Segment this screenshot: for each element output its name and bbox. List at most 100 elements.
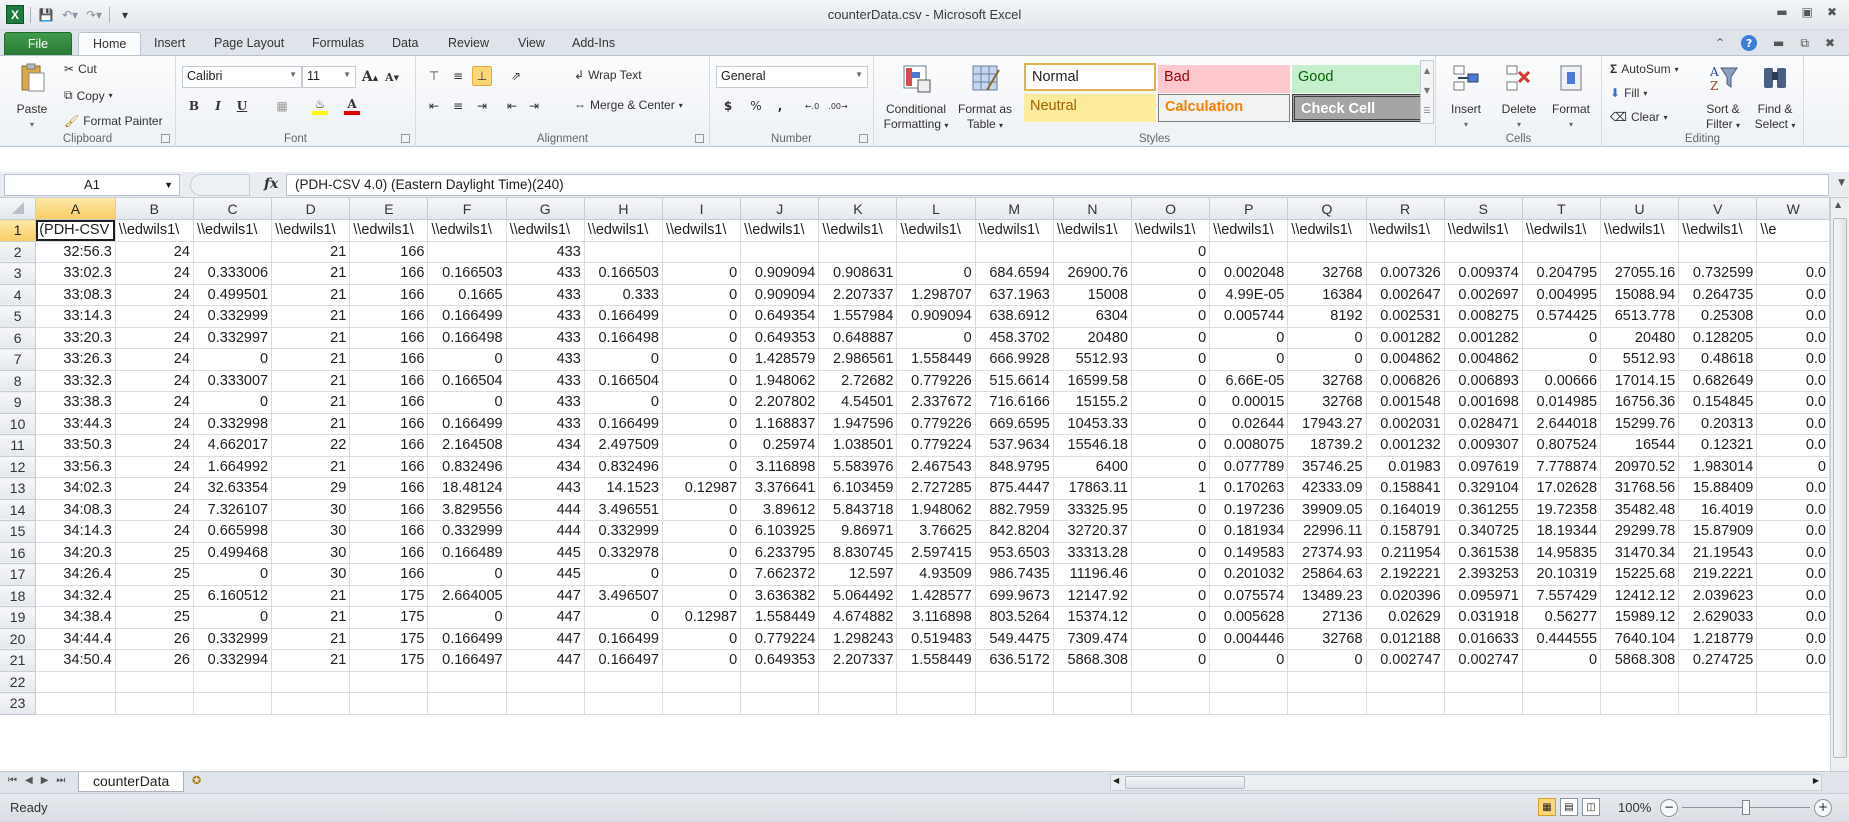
cell-v4[interactable]: 0.264735 — [1678, 284, 1758, 306]
cell-g8[interactable]: 433 — [506, 370, 585, 392]
cell-p11[interactable]: 0.008075 — [1209, 434, 1289, 457]
cell-s20[interactable]: 0.016633 — [1444, 628, 1523, 650]
cell-b16[interactable]: 25 — [115, 542, 194, 564]
cell-g4[interactable]: 433 — [506, 284, 585, 306]
find-select-button[interactable]: Find & Select ▾ — [1750, 62, 1800, 133]
cell-g7[interactable]: 433 — [506, 348, 585, 371]
cell-c22[interactable] — [193, 671, 273, 693]
cell-e13[interactable]: 166 — [349, 477, 429, 500]
cell-f11[interactable]: 2.164508 — [427, 434, 507, 457]
cell-r19[interactable]: 0.02629 — [1366, 606, 1445, 629]
cell-g17[interactable]: 445 — [506, 563, 585, 586]
sort-filter-button[interactable]: AZ Sort & Filter ▾ — [1698, 62, 1748, 133]
cell-d5[interactable]: 21 — [271, 305, 351, 328]
cell-a9[interactable]: 33:38.3 — [35, 391, 116, 414]
cell-u12[interactable]: 20970.52 — [1600, 456, 1680, 478]
cell-e23[interactable] — [349, 692, 429, 715]
shrink-font-icon[interactable]: A ▼ — [382, 67, 402, 87]
cell-f19[interactable]: 0 — [427, 606, 507, 629]
cell-d14[interactable]: 30 — [271, 499, 351, 521]
font-size-select[interactable]: 11 ▼ — [302, 66, 356, 88]
cell-a10[interactable]: 33:44.3 — [35, 413, 116, 435]
cell-k9[interactable]: 4.54501 — [818, 391, 898, 414]
align-bottom-icon[interactable]: ⊥ — [472, 66, 492, 86]
cell-a11[interactable]: 33:50.3 — [35, 434, 116, 457]
cell-b11[interactable]: 24 — [115, 434, 194, 457]
cell-w21[interactable]: 0.0 — [1756, 649, 1830, 672]
cell-m18[interactable]: 699.9673 — [975, 585, 1054, 607]
cell-b2[interactable]: 24 — [115, 241, 194, 263]
row-header[interactable]: 8 — [0, 370, 37, 392]
row-header[interactable]: 16 — [0, 542, 37, 564]
cell-o16[interactable]: 0 — [1131, 542, 1211, 564]
cell-f6[interactable]: 0.166498 — [427, 327, 507, 349]
cell-v15[interactable]: 15.87909 — [1678, 520, 1758, 543]
cell-k5[interactable]: 1.557984 — [818, 305, 898, 328]
cell-i12[interactable]: 0 — [662, 456, 742, 478]
cell-b17[interactable]: 25 — [115, 563, 194, 586]
cell-v12[interactable]: 1.983014 — [1678, 456, 1758, 478]
cell-c21[interactable]: 0.332994 — [193, 649, 273, 672]
cell-w23[interactable] — [1756, 692, 1830, 715]
paste-button[interactable]: Paste ▾ — [10, 62, 54, 132]
cell-s13[interactable]: 0.329104 — [1444, 477, 1523, 500]
cell-l22[interactable] — [896, 671, 976, 693]
cell-u4[interactable]: 15088.94 — [1600, 284, 1680, 306]
row-header[interactable]: 17 — [0, 563, 37, 586]
cell-e10[interactable]: 166 — [349, 413, 429, 435]
formula-bar-expander[interactable] — [190, 174, 250, 196]
cell-u19[interactable]: 15989.12 — [1600, 606, 1680, 629]
cell-l8[interactable]: 0.779226 — [896, 370, 976, 392]
cell-p2[interactable] — [1209, 241, 1289, 263]
cell-c1[interactable]: \\edwils1\ — [193, 219, 273, 242]
cell-c15[interactable]: 0.665998 — [193, 520, 273, 543]
cell-a19[interactable]: 34:38.4 — [35, 606, 116, 629]
cell-w4[interactable]: 0.0 — [1756, 284, 1830, 306]
column-header-c[interactable]: C — [193, 198, 273, 220]
cell-r23[interactable] — [1366, 692, 1445, 715]
cell-u11[interactable]: 16544 — [1600, 434, 1680, 457]
align-top-icon[interactable]: ⊤ — [424, 66, 444, 86]
column-header-l[interactable]: L — [896, 198, 976, 220]
cell-j18[interactable]: 3.636382 — [740, 585, 820, 607]
cell-f5[interactable]: 0.166499 — [427, 305, 507, 328]
cell-t13[interactable]: 17.02628 — [1522, 477, 1602, 500]
dialog-launcher-icon[interactable] — [859, 134, 868, 143]
cell-n18[interactable]: 12147.92 — [1053, 585, 1133, 607]
percent-button[interactable]: % — [746, 96, 766, 116]
cell-e3[interactable]: 166 — [349, 262, 429, 285]
cell-p10[interactable]: 0.02644 — [1209, 413, 1289, 435]
cell-l20[interactable]: 0.519483 — [896, 628, 976, 650]
cell-o21[interactable]: 0 — [1131, 649, 1211, 672]
underline-button[interactable]: U — [232, 96, 252, 116]
page-layout-view-icon[interactable]: ▤ — [1560, 798, 1578, 816]
cell-v17[interactable]: 219.2221 — [1678, 563, 1758, 586]
cell-o12[interactable]: 0 — [1131, 456, 1211, 478]
vertical-scrollbar[interactable]: ▲ — [1830, 198, 1849, 771]
cell-i22[interactable] — [662, 671, 742, 693]
cell-g3[interactable]: 433 — [506, 262, 585, 285]
cell-l21[interactable]: 1.558449 — [896, 649, 976, 672]
horizontal-scroll-thumb[interactable] — [1125, 776, 1245, 789]
cell-g2[interactable]: 433 — [506, 241, 585, 263]
autosum-button[interactable]: Σ AutoSum ▾ — [1610, 62, 1679, 76]
cell-h15[interactable]: 0.332999 — [584, 520, 663, 543]
cell-g10[interactable]: 433 — [506, 413, 585, 435]
column-header-m[interactable]: M — [975, 198, 1054, 220]
worksheet-grid[interactable]: ABCDEFGHIJKLMNOPQRSTUVW 1 (PDH-CSV \\edwil… — [0, 198, 1830, 771]
column-header-g[interactable]: G — [506, 198, 585, 220]
cell-j17[interactable]: 7.662372 — [740, 563, 820, 586]
cell-a20[interactable]: 34:44.4 — [35, 628, 116, 650]
cell-w16[interactable]: 0.0 — [1756, 542, 1830, 564]
cell-d4[interactable]: 21 — [271, 284, 351, 306]
tab-data[interactable]: Data — [378, 32, 432, 56]
cell-a1[interactable]: (PDH-CSV — [35, 219, 116, 242]
cell-t23[interactable] — [1522, 692, 1602, 715]
cell-r6[interactable]: 0.001282 — [1366, 327, 1445, 349]
cell-o2[interactable]: 0 — [1131, 241, 1211, 263]
cell-o14[interactable]: 0 — [1131, 499, 1211, 521]
cell-g19[interactable]: 447 — [506, 606, 585, 629]
cell-n21[interactable]: 5868.308 — [1053, 649, 1133, 672]
cell-p5[interactable]: 0.005744 — [1209, 305, 1289, 328]
fill-button[interactable]: ⬇ Fill ▾ — [1610, 86, 1647, 100]
